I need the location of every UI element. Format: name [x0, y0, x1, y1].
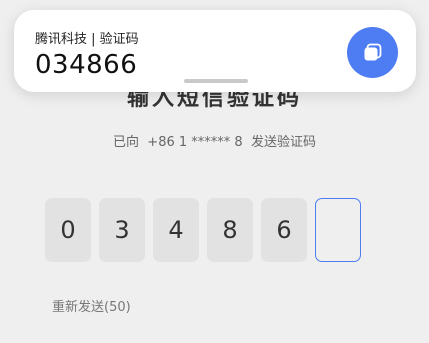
code-digit-box-active[interactable] [315, 198, 361, 262]
sms-notification-banner[interactable]: 腾讯科技 | 验证码 034866 [14, 10, 416, 92]
notification-drag-handle[interactable] [184, 79, 248, 83]
verification-screen: 输入短信验证码 已向 +86 1 ****** 8 发送验证码 0 3 4 8 … [0, 0, 429, 343]
code-digit-box[interactable]: 0 [45, 198, 91, 262]
code-digit-box[interactable]: 8 [207, 198, 253, 262]
resend-countdown: 重新发送(50) [52, 300, 131, 315]
code-digit-box[interactable]: 4 [153, 198, 199, 262]
sent-to-text: 已向 +86 1 ****** 8 发送验证码 [113, 135, 316, 150]
code-digit-box[interactable]: 3 [99, 198, 145, 262]
copy-code-button[interactable] [347, 27, 398, 78]
notification-code: 034866 [35, 50, 138, 80]
code-input-row[interactable]: 0 3 4 8 6 [45, 198, 361, 262]
code-digit-box[interactable]: 6 [261, 198, 307, 262]
copy-icon [364, 43, 381, 60]
notification-title: 腾讯科技 | 验证码 [35, 32, 139, 47]
